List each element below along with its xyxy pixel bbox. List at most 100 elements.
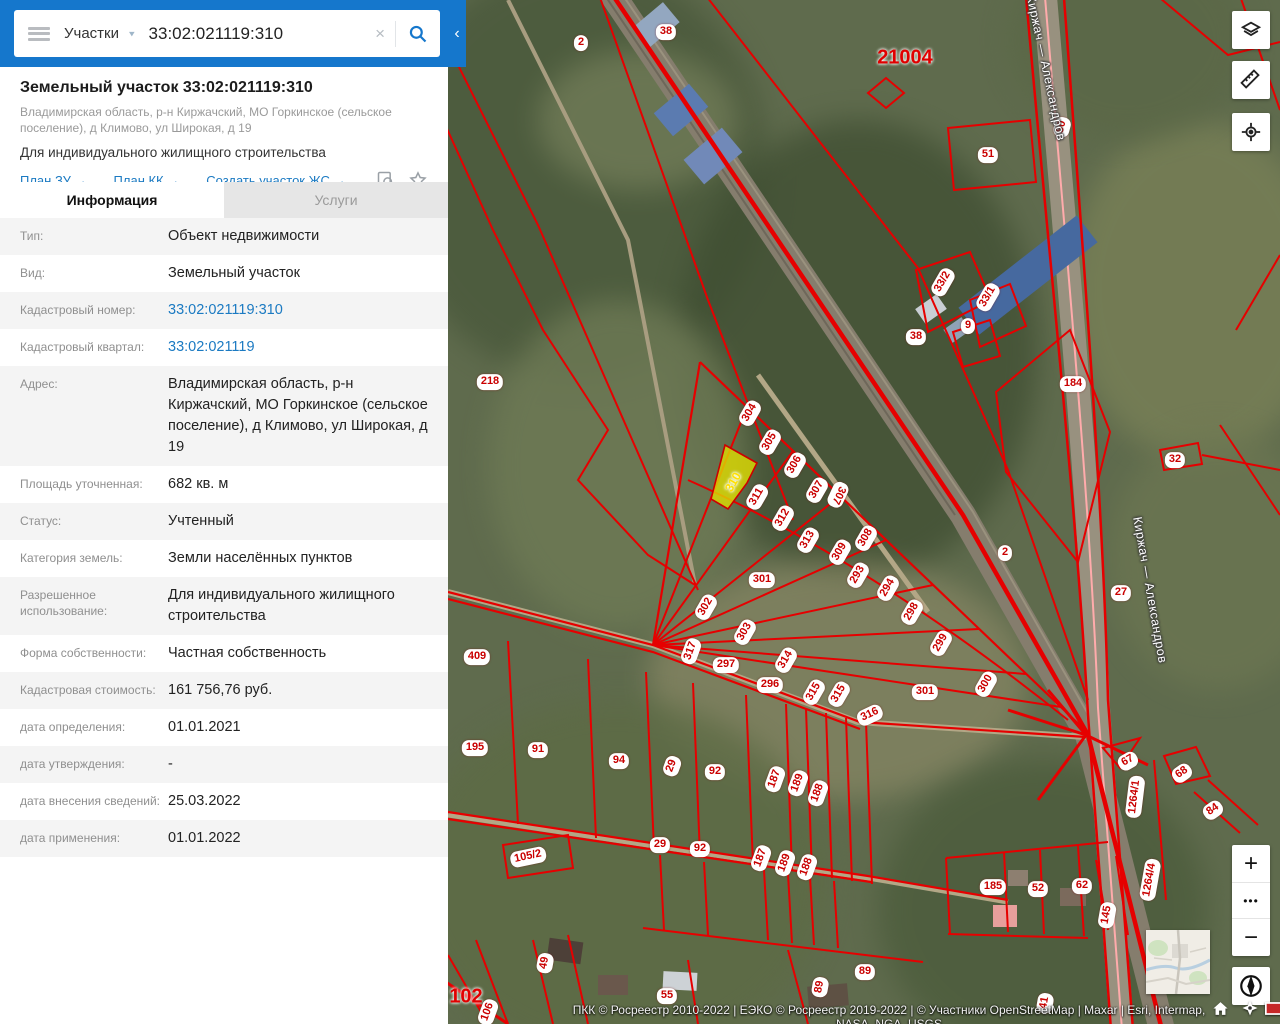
parcel-number-label[interactable]: 409 [463, 649, 491, 665]
parcel-number-label[interactable]: 312 [769, 502, 797, 534]
overview-toggle-icon[interactable] [1265, 1002, 1280, 1020]
parcel-number-label[interactable]: 2 [573, 35, 589, 51]
chevron-down-icon[interactable]: ▾ [129, 28, 135, 39]
parcel-number-label[interactable]: 91 [527, 742, 549, 758]
parcel-number-label[interactable]: 9 [960, 318, 976, 334]
panel-collapse-button[interactable]: ‹ [448, 0, 466, 67]
object-card: Земельный участок 33:02:021119:310 Влади… [0, 67, 448, 191]
parcel-number-label[interactable]: 27 [1110, 585, 1132, 601]
search-button[interactable] [396, 24, 440, 44]
parcel-number-label[interactable]: 29 [661, 753, 683, 779]
parcel-number-label[interactable]: 305 [756, 426, 784, 458]
parcel-number-label[interactable]: 187 [749, 842, 773, 874]
parcel-number-label[interactable]: 300 [972, 668, 1000, 700]
parcel-number-label[interactable]: 32 [1164, 452, 1186, 468]
parcel-number-label[interactable]: 294 [874, 572, 902, 604]
parcel-number-label[interactable]: 299 [927, 627, 955, 659]
parcel-number-label[interactable]: 309 [826, 536, 854, 568]
parcel-number-label[interactable]: 38 [655, 24, 677, 40]
object-usage: Для индивидуального жилищного строительс… [20, 145, 326, 161]
table-row: Кадастровая стоимость: 161 756,76 руб. [0, 672, 448, 710]
parcel-number-label[interactable]: 298 [898, 596, 926, 628]
parcel-number-label[interactable]: 89 [810, 975, 830, 999]
parcel-number-label[interactable]: 296 [756, 677, 784, 693]
parcel-number-label[interactable]: 52 [1027, 881, 1049, 897]
locate-extent-button[interactable] [1232, 113, 1270, 151]
parcel-number-label[interactable]: 55 [656, 988, 678, 1004]
home-icon[interactable] [1212, 1000, 1229, 1022]
panel-tabs: Информация Услуги [0, 182, 448, 218]
parcel-number-label[interactable]: 293 [844, 559, 872, 591]
parcel-number-label[interactable]: 301 [911, 684, 939, 700]
quarter-number-label: 102 [449, 985, 483, 1008]
menu-icon[interactable] [28, 26, 50, 41]
parcel-number-label[interactable]: 297 [712, 657, 740, 673]
parcel-number-label[interactable]: 304 [736, 397, 764, 429]
row-value: Земли населённых пунктов [168, 550, 353, 567]
selected-parcel-label[interactable]: 310 [722, 470, 744, 494]
parcel-number-label[interactable]: 306 [781, 449, 809, 481]
parcel-number-label[interactable]: 317 [679, 635, 703, 667]
clear-search-icon[interactable]: × [365, 24, 395, 44]
parcel-number-label[interactable]: 188 [806, 777, 830, 809]
parcel-number-label[interactable]: 67 [1115, 749, 1141, 773]
parcel-number-label[interactable]: 94 [608, 753, 630, 769]
parcel-number-label[interactable]: 1264/1 [1124, 775, 1146, 819]
parcel-number-label[interactable]: 189 [773, 847, 797, 879]
zoom-more-button[interactable]: ••• [1232, 882, 1270, 919]
parcel-number-label[interactable]: 185 [979, 879, 1007, 895]
row-value: Учтенный [168, 513, 234, 530]
table-row: Адрес: Владимирская область, р-н Киржачск… [0, 366, 448, 467]
table-row: дата внесения сведений: 25.03.2022 [0, 783, 448, 821]
parcel-number-label[interactable]: 301 [748, 572, 776, 588]
parcel-number-label[interactable]: 316 [854, 702, 886, 728]
parcel-number-label[interactable]: 49 [535, 951, 555, 975]
parcel-number-label[interactable]: 29 [649, 837, 671, 853]
row-label: Адрес: [20, 377, 58, 392]
search-input[interactable] [148, 23, 366, 44]
row-value-link[interactable]: 33:02:021119:310 [168, 300, 448, 321]
layers-icon [1240, 21, 1262, 37]
parcel-number-label[interactable]: 68 [1169, 760, 1195, 786]
parcel-number-label[interactable]: 314 [772, 644, 800, 676]
ruler-button[interactable] [1232, 61, 1270, 99]
parcel-number-label[interactable]: 195 [461, 740, 489, 756]
parcel-number-label[interactable]: 184 [1059, 376, 1087, 392]
parcel-number-label[interactable]: 33/2 [928, 265, 958, 299]
parcel-number-label[interactable]: 307 [825, 479, 851, 511]
row-label: Кадастровая стоимость: [20, 683, 156, 698]
parcel-number-label[interactable]: 1264/4 [1138, 858, 1162, 902]
parcel-number-label[interactable]: 84 [1200, 797, 1226, 823]
map-canvas[interactable]: 2 38 21004 51 50 Киржач — Александров 33/2 33/1… [448, 0, 1280, 1024]
parcel-number-label[interactable]: 89 [854, 964, 876, 980]
parcel-number-label[interactable]: 315 [825, 678, 853, 710]
parcel-number-label[interactable]: 218 [476, 374, 504, 390]
parcel-number-label[interactable]: 311 [743, 481, 771, 513]
tab-information[interactable]: Информация [0, 182, 224, 218]
parcel-number-label[interactable]: 189 [786, 767, 810, 799]
parcel-number-label[interactable]: 315 [800, 676, 828, 708]
parcel-number-label[interactable]: 33/1 [973, 280, 1003, 314]
parcel-number-label[interactable]: 92 [704, 764, 726, 780]
zoom-in-button[interactable]: + [1232, 845, 1270, 882]
locate-icon[interactable] [1241, 999, 1259, 1022]
row-value-link[interactable]: 33:02:021119 [168, 337, 448, 358]
parcel-number-label[interactable]: 62 [1071, 878, 1093, 894]
zoom-out-button[interactable]: − [1232, 919, 1270, 956]
parcel-number-label[interactable]: 303 [731, 616, 759, 648]
parcel-number-label[interactable]: 145 [1096, 900, 1118, 930]
parcel-number-label[interactable]: 38 [905, 329, 927, 345]
layers-button[interactable] [1232, 11, 1270, 49]
parcel-number-label[interactable]: 313 [794, 524, 822, 556]
parcel-number-label[interactable]: 2 [997, 545, 1013, 561]
parcel-number-label[interactable]: 105/2 [508, 845, 548, 869]
overview-minimap[interactable] [1145, 929, 1211, 995]
tab-services[interactable]: Услуги [224, 182, 448, 218]
search-category-select[interactable]: Участки [64, 25, 119, 42]
parcel-number-label[interactable]: 188 [795, 851, 819, 883]
parcel-number-label[interactable]: 187 [763, 763, 787, 795]
parcel-number-label[interactable]: 51 [977, 147, 999, 163]
parcel-number-label[interactable]: 308 [852, 522, 880, 554]
parcel-number-label[interactable]: 302 [692, 591, 720, 623]
parcel-number-label[interactable]: 92 [689, 841, 711, 857]
